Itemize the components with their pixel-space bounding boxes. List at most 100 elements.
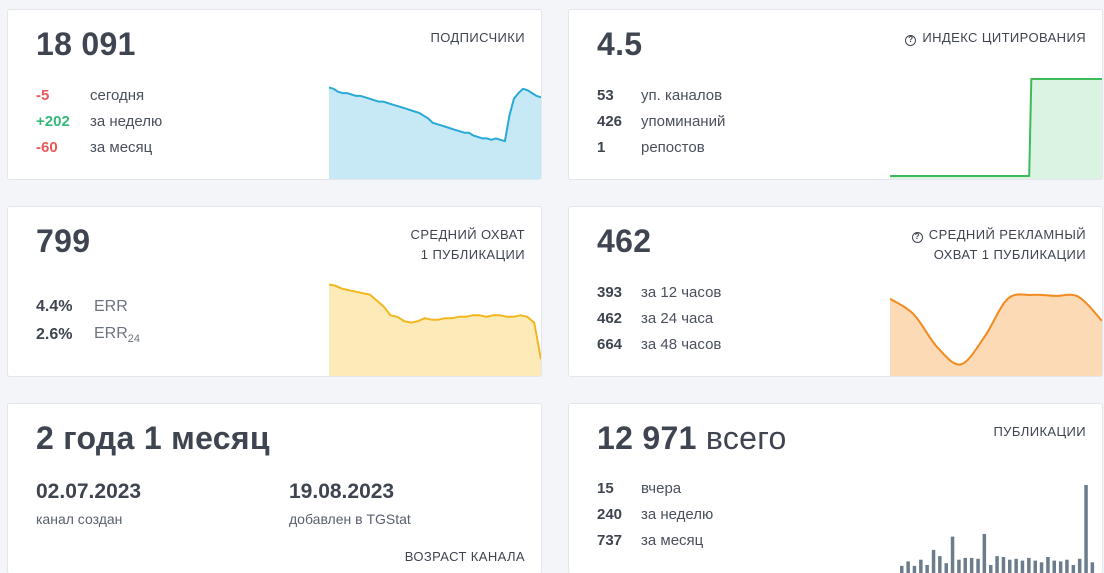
stat-row: 15 вчера xyxy=(597,475,713,501)
publication-bar[interactable] xyxy=(931,549,936,573)
publication-bar[interactable] xyxy=(989,565,993,573)
stat-value: 15 xyxy=(597,479,614,497)
publication-bar[interactable] xyxy=(919,559,923,573)
channel-age-value: 2 года 1 месяц xyxy=(36,420,270,456)
stat-value: 393 xyxy=(597,283,623,301)
added-date: 19.08.2023 xyxy=(289,480,395,503)
publication-bar[interactable] xyxy=(1008,559,1012,573)
stat-text: за месяц xyxy=(641,531,704,549)
publications-label: ПУБЛИКАЦИИ xyxy=(993,424,1086,439)
publication-bar[interactable] xyxy=(925,565,929,573)
stat-row: -60 за месяц xyxy=(36,134,162,160)
ad-reach-stats: 393 за 12 часов 462 за 24 часа 664 за 48 ча… xyxy=(597,279,721,357)
reach-card[interactable]: 799 СРЕДНИЙ ОХВАТ 1 ПУБЛИКАЦИИ 4.4% ERR 2… xyxy=(7,206,542,377)
publication-bar[interactable] xyxy=(1020,560,1025,573)
publication-bar[interactable] xyxy=(1058,561,1063,573)
publications-bar-chart[interactable] xyxy=(890,481,1102,573)
subscribers-card[interactable]: 18 091 ПОДПИСЧИКИ -5 сегодня +202 за недел… xyxy=(7,9,542,180)
stat-row: 426 упоминаний xyxy=(597,108,725,134)
publication-bar[interactable] xyxy=(944,563,949,573)
err24-subscript: 24 xyxy=(127,333,141,346)
stat-value: 462 xyxy=(597,309,623,327)
stat-value: 1 xyxy=(597,138,606,156)
citation-label[interactable]: ? ИНДЕКС ЦИТИРОВАНИЯ xyxy=(905,28,1086,48)
help-icon[interactable]: ? xyxy=(911,232,923,243)
publication-bar[interactable] xyxy=(982,533,987,573)
publication-bar[interactable] xyxy=(906,561,910,573)
created-label: канал создан xyxy=(36,511,123,527)
ad-reach-card[interactable]: 462 ? СРЕДНИЙ РЕКЛАМНЫЙ ОХВАТ 1 ПУБЛИКАЦИ… xyxy=(568,206,1103,377)
stat-value: +202 xyxy=(36,112,70,130)
publication-bar[interactable] xyxy=(1077,558,1082,573)
reach-label[interactable]: СРЕДНИЙ ОХВАТ 1 ПУБЛИКАЦИИ xyxy=(411,225,525,265)
ad-reach-label-line2: ОХВАТ 1 ПУБЛИКАЦИИ xyxy=(933,247,1086,262)
publications-stats: 15 вчера 240 за неделю 737 за месяц xyxy=(597,475,713,553)
publication-bar[interactable] xyxy=(1039,562,1044,573)
reach-sparkline[interactable] xyxy=(329,281,541,376)
err24-value: 2.6% xyxy=(36,326,73,343)
publication-bar[interactable] xyxy=(1090,562,1095,573)
publications-total: 12 971 всего xyxy=(597,420,787,457)
publication-bar[interactable] xyxy=(1084,485,1088,573)
stat-value: 737 xyxy=(597,531,623,549)
stat-value: 664 xyxy=(597,335,623,353)
stat-text: за 24 часа xyxy=(641,309,714,327)
publication-bar[interactable] xyxy=(1033,560,1038,573)
publication-bar[interactable] xyxy=(1065,559,1069,573)
publication-bar[interactable] xyxy=(950,536,955,573)
publication-bar[interactable] xyxy=(969,557,974,573)
publication-bar[interactable] xyxy=(1001,557,1006,573)
publication-bar[interactable] xyxy=(976,558,980,573)
stat-row: -5 сегодня xyxy=(36,82,162,108)
publication-bar[interactable] xyxy=(957,559,961,573)
added-label: добавлен в TGStat xyxy=(289,511,411,527)
help-icon[interactable]: ? xyxy=(905,35,917,46)
subscribers-label[interactable]: ПОДПИСЧИКИ xyxy=(430,28,525,48)
channel-age-label: ВОЗРАСТ КАНАЛА xyxy=(404,549,525,564)
stat-row: 240 за неделю xyxy=(597,501,713,527)
err-value: 4.4% xyxy=(36,298,73,315)
publication-bar[interactable] xyxy=(900,565,904,573)
stat-value: 240 xyxy=(597,505,623,523)
err24-label: ERR24 xyxy=(94,325,140,345)
publication-bar[interactable] xyxy=(1071,565,1076,573)
publication-bar[interactable] xyxy=(1046,557,1050,573)
subscribers-sparkline[interactable] xyxy=(329,84,541,179)
stat-text: вчера xyxy=(641,479,682,497)
citation-index-value: 4.5 xyxy=(597,26,643,62)
publication-bar[interactable] xyxy=(912,565,917,573)
publication-bar[interactable] xyxy=(963,557,968,573)
citation-sparkline[interactable] xyxy=(890,77,1102,179)
stat-text: репостов xyxy=(641,138,705,156)
stat-text: за 48 часов xyxy=(641,335,722,353)
ad-reach-label[interactable]: ? СРЕДНИЙ РЕКЛАМНЫЙ ОХВАТ 1 ПУБЛИКАЦИИ xyxy=(911,225,1086,265)
publications-card[interactable]: 12 971 всего ПУБЛИКАЦИИ 15 вчера 240 за не… xyxy=(568,403,1103,573)
ad-reach-value: 462 xyxy=(597,223,652,259)
stat-text: уп. каналов xyxy=(641,86,723,104)
publications-suffix: всего xyxy=(705,420,787,456)
stat-text: упоминаний xyxy=(641,112,726,130)
publication-bar[interactable] xyxy=(1014,558,1018,573)
stat-row: 1 репостов xyxy=(597,134,725,160)
area-fill xyxy=(890,294,1102,376)
publication-bar[interactable] xyxy=(938,556,942,573)
publication-bar[interactable] xyxy=(995,556,999,573)
err-row: 4.4% ERR xyxy=(36,293,140,321)
stat-value: 53 xyxy=(597,86,614,104)
stat-text: за месяц xyxy=(90,138,153,156)
citation-card[interactable]: 4.5 ? ИНДЕКС ЦИТИРОВАНИЯ 53 уп. каналов 42… xyxy=(568,9,1103,180)
average-reach-value: 799 xyxy=(36,223,91,259)
stat-value: -60 xyxy=(36,138,58,156)
stat-text: сегодня xyxy=(90,86,145,104)
subscribers-count: 18 091 xyxy=(36,26,136,62)
stat-value: 426 xyxy=(597,112,623,130)
publication-bar[interactable] xyxy=(1052,560,1057,573)
publication-bar[interactable] xyxy=(1027,557,1031,573)
err24-row: 2.6% ERR24 xyxy=(36,321,140,349)
err24-text: ERR xyxy=(94,324,128,342)
stat-row: 462 за 24 часа xyxy=(597,305,721,331)
channel-age-card[interactable]: 2 года 1 месяц 02.07.2023 канал создан 1… xyxy=(7,403,542,573)
ad-reach-sparkline[interactable] xyxy=(890,290,1102,376)
stat-row: 393 за 12 часов xyxy=(597,279,721,305)
stat-value: -5 xyxy=(36,86,50,104)
